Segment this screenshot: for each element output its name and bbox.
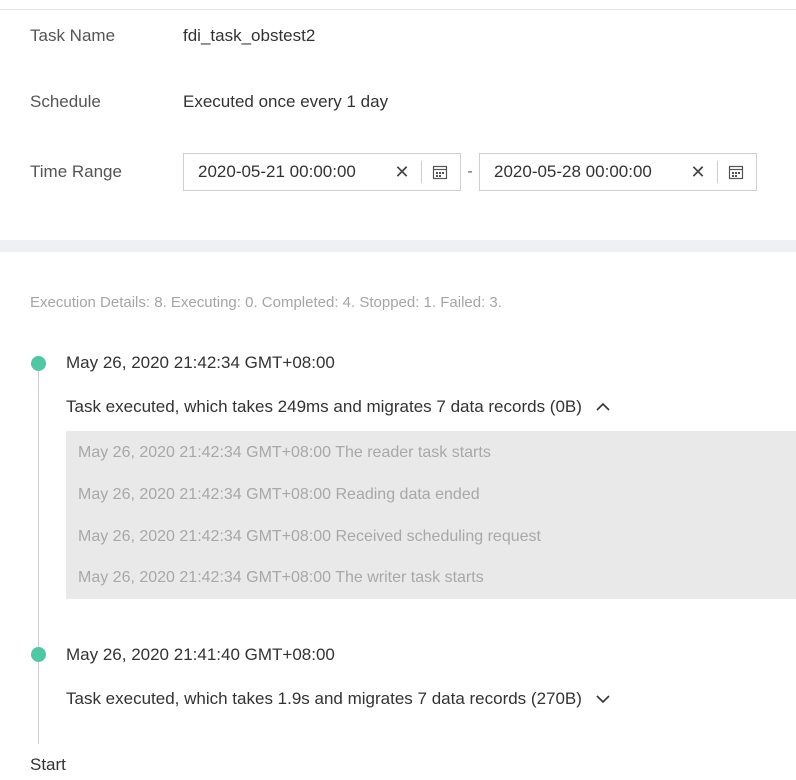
clear-end-date-icon[interactable]: ✕ (687, 162, 709, 183)
schedule-row: Schedule Executed once every 1 day (30, 92, 388, 112)
log-line: May 26, 2020 21:42:34 GMT+08:00 Received… (78, 528, 541, 545)
end-date-input[interactable]: 2020-05-28 00:00:00 ✕ (479, 153, 757, 191)
execution-time: May 26, 2020 21:41:40 GMT+08:00 (66, 645, 335, 664)
task-name-value: fdi_task_obstest2 (183, 26, 316, 45)
log-line: May 26, 2020 21:42:34 GMT+08:00 Reading … (78, 486, 480, 503)
timeline-start-label: Start (30, 755, 66, 774)
success-status-dot (31, 356, 46, 371)
time-range-label: Time Range (30, 162, 122, 181)
timeline-line (38, 366, 39, 744)
execution-time: May 26, 2020 21:42:34 GMT+08:00 (66, 353, 335, 372)
start-date-value: 2020-05-21 00:00:00 (198, 162, 356, 181)
calendar-icon[interactable] (726, 162, 746, 182)
task-name-row: Task Name fdi_task_obstest2 (30, 26, 315, 46)
section-divider (0, 240, 796, 252)
execution-description[interactable]: Task executed, which takes 249ms and mig… (66, 397, 612, 417)
schedule-value: Executed once every 1 day (183, 92, 389, 111)
execution-description-text: Task executed, which takes 1.9s and migr… (66, 689, 582, 708)
calendar-icon[interactable] (430, 162, 450, 182)
success-status-dot (31, 647, 46, 662)
execution-description-text: Task executed, which takes 249ms and mig… (66, 397, 582, 416)
clear-start-date-icon[interactable]: ✕ (391, 162, 413, 183)
execution-log-panel: May 26, 2020 21:42:34 GMT+08:00 The read… (66, 431, 796, 599)
task-info-panel: Task Name fdi_task_obstest2 Schedule Exe… (0, 10, 796, 240)
end-date-value: 2020-05-28 00:00:00 (494, 162, 652, 181)
execution-summary: Execution Details: 8. Executing: 0. Comp… (30, 294, 502, 311)
top-divider (0, 0, 796, 10)
range-separator: - (467, 163, 473, 180)
input-divider (717, 161, 718, 183)
chevron-down-icon[interactable] (594, 690, 612, 708)
log-line: May 26, 2020 21:42:34 GMT+08:00 The writ… (78, 569, 484, 586)
time-range-row: Time Range 2020-05-21 00:00:00 ✕ - 2020-… (30, 153, 757, 191)
start-date-input[interactable]: 2020-05-21 00:00:00 ✕ (183, 153, 461, 191)
schedule-label: Schedule (30, 92, 101, 111)
chevron-up-icon[interactable] (594, 398, 612, 416)
task-name-label: Task Name (30, 26, 116, 45)
log-line: May 26, 2020 21:42:34 GMT+08:00 The read… (78, 444, 491, 461)
input-divider (421, 161, 422, 183)
execution-description[interactable]: Task executed, which takes 1.9s and migr… (66, 689, 612, 709)
